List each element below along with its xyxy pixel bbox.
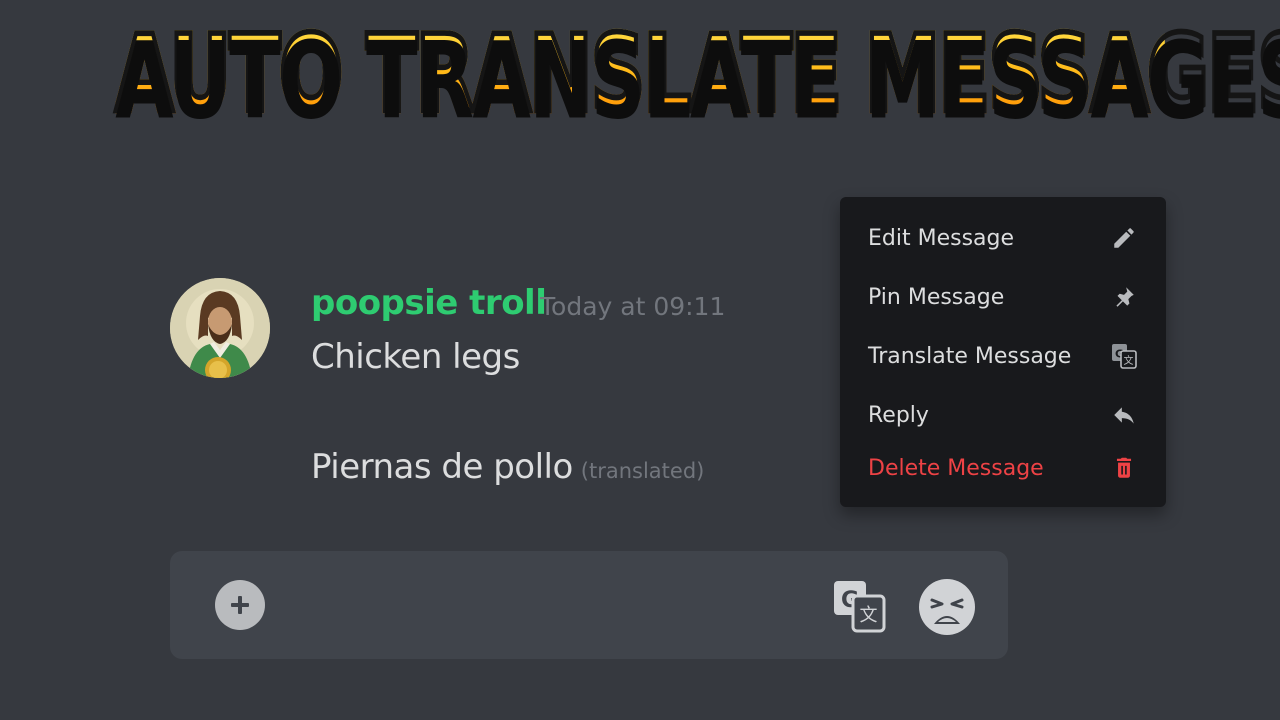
menu-item-reply[interactable]: Reply xyxy=(868,395,1138,435)
translated-message: Piernas de pollo (translated) xyxy=(311,447,704,487)
banner-title: AUTO TRANSLATE MESSAGES xyxy=(113,12,1280,136)
menu-item-label: Pin Message xyxy=(868,284,1005,310)
reply-icon xyxy=(1110,401,1138,429)
message-input-bar[interactable]: G 文 xyxy=(170,551,1008,659)
avatar-image xyxy=(170,278,270,378)
menu-item-label: Reply xyxy=(868,402,929,428)
menu-item-edit-message[interactable]: Edit Message xyxy=(868,218,1138,258)
weary-face-icon[interactable] xyxy=(918,578,976,636)
pencil-icon xyxy=(1110,224,1138,252)
svg-text:文: 文 xyxy=(860,605,878,626)
timestamp: Today at 09:11 xyxy=(540,292,726,321)
plus-icon[interactable] xyxy=(215,580,265,630)
menu-item-translate-message[interactable]: Translate Message G 文 xyxy=(868,336,1138,376)
translate-icon: G 文 xyxy=(1110,342,1138,370)
menu-item-label: Delete Message xyxy=(868,455,1044,481)
translated-tag: (translated) xyxy=(580,459,705,483)
context-menu: Edit Message Pin Message Translate Messa… xyxy=(840,197,1166,507)
username[interactable]: poopsie troll xyxy=(311,283,547,323)
menu-item-label: Translate Message xyxy=(868,343,1072,369)
menu-item-delete-message[interactable]: Delete Message xyxy=(868,448,1138,488)
menu-item-pin-message[interactable]: Pin Message xyxy=(868,277,1138,317)
message-text: Chicken legs xyxy=(311,337,520,377)
translated-message-text: Piernas de pollo xyxy=(311,447,573,487)
avatar[interactable] xyxy=(170,278,270,378)
translate-icon[interactable]: G 文 xyxy=(832,579,886,633)
pin-icon xyxy=(1110,283,1138,311)
svg-text:文: 文 xyxy=(1124,354,1134,367)
menu-item-label: Edit Message xyxy=(868,225,1015,251)
stage: AUTO TRANSLATE MESSAGES poopsie troll To… xyxy=(0,0,1280,720)
trash-icon xyxy=(1110,454,1138,482)
